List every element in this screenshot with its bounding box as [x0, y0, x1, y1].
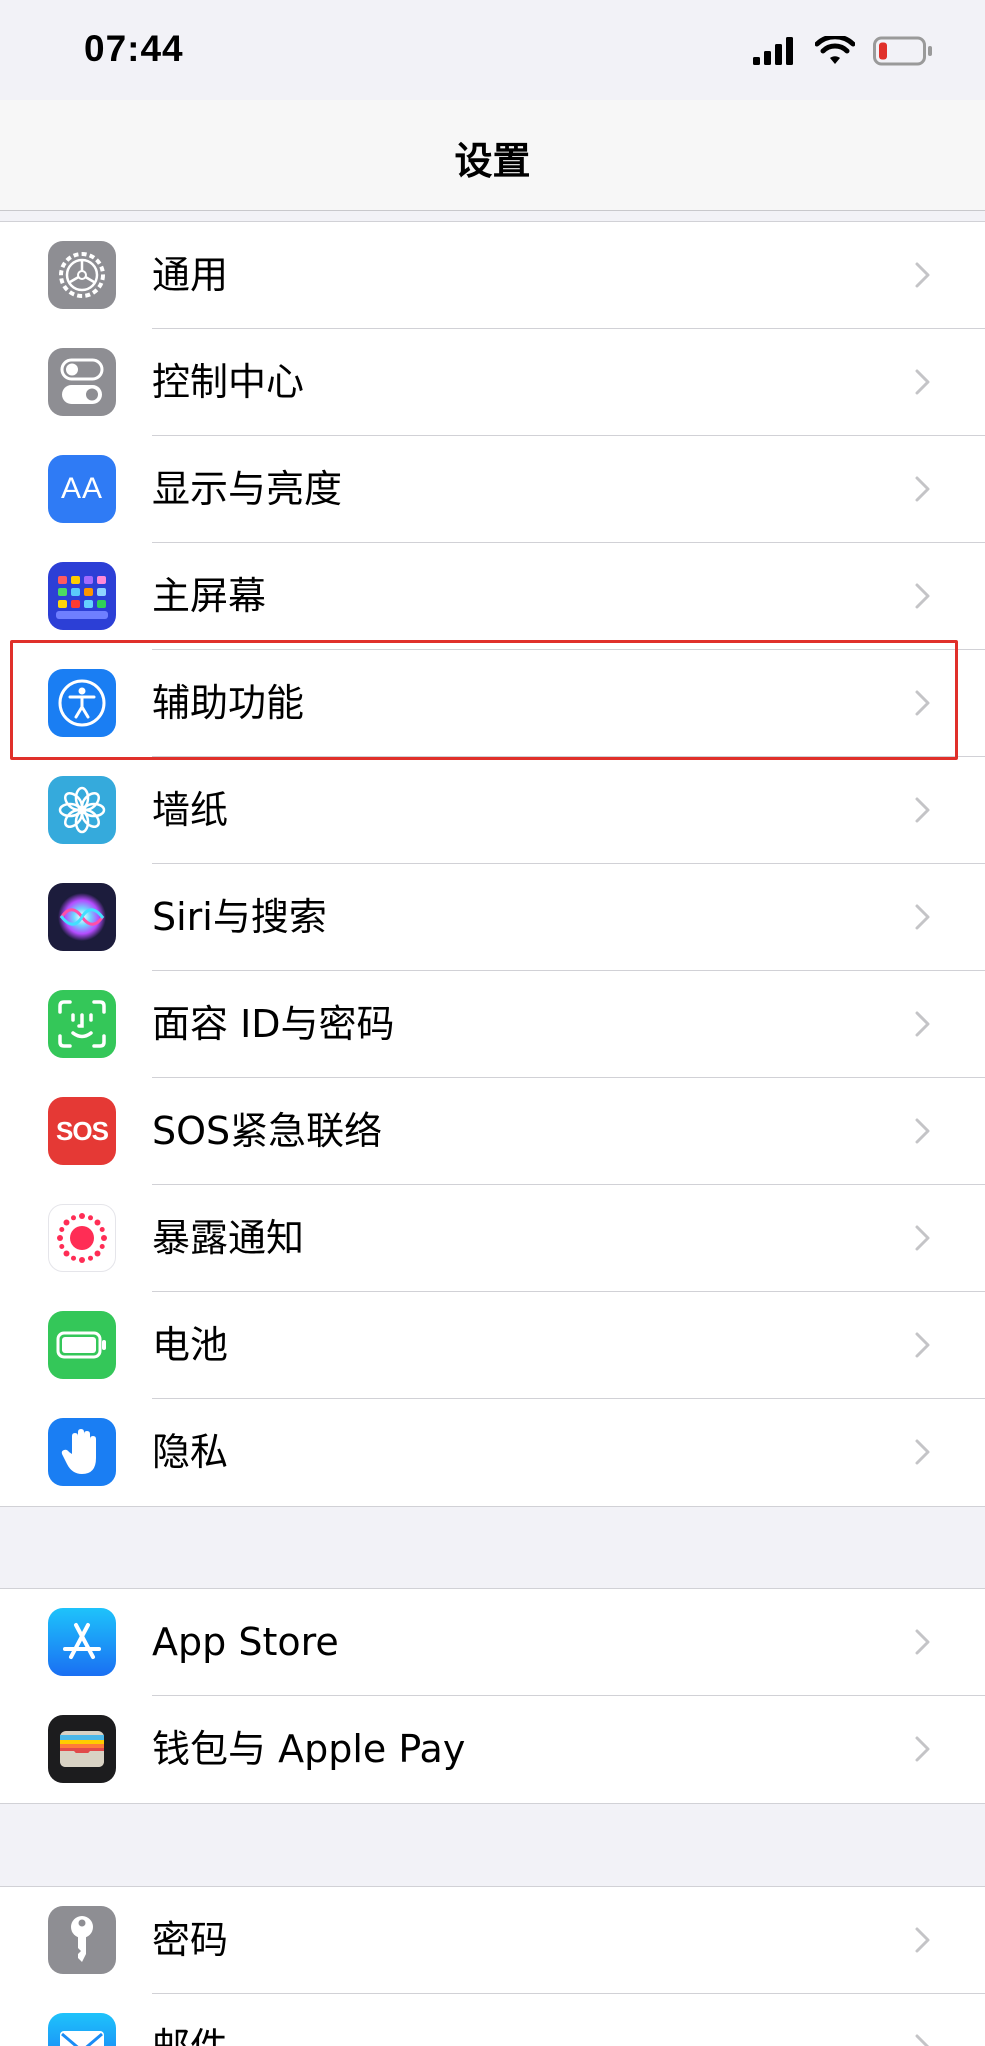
battery-low-icon — [873, 36, 932, 66]
settings-row-privacy[interactable]: 隐私 — [0, 1399, 985, 1506]
settings-row-display-brightness[interactable]: AA 显示与亮度 — [0, 436, 985, 543]
settings-group-1: 通用 控制中心 AA 显示与亮度 主屏幕 辅助功能 墙纸 Siri与搜索 面容 … — [0, 221, 985, 1507]
page-title: 设置 — [454, 139, 531, 183]
settings-screen: 07:44 设置 通用 控制中心 AA 显示与亮度 主屏幕 辅助功能 墙纸 Si… — [0, 0, 985, 2046]
mail-icon — [48, 2013, 116, 2046]
settings-row-label: 面容 ID与密码 — [152, 1002, 395, 1046]
settings-row-label: App Store — [152, 1620, 339, 1664]
settings-row-home-screen[interactable]: 主屏幕 — [0, 543, 985, 650]
chevron-right-icon — [915, 262, 930, 288]
settings-row-label: 显示与亮度 — [152, 467, 343, 511]
settings-row-label: 邮件 — [152, 1994, 228, 2046]
chevron-right-icon — [915, 583, 930, 609]
settings-row-siri-search[interactable]: Siri与搜索 — [0, 864, 985, 971]
toggle-switches-icon — [48, 348, 116, 416]
chevron-right-icon — [915, 904, 930, 930]
chevron-right-icon — [915, 1225, 930, 1251]
settings-row-control-center[interactable]: 控制中心 — [0, 329, 985, 436]
settings-group-3: 密码 邮件 — [0, 1886, 985, 2046]
chevron-right-icon — [915, 476, 930, 502]
settings-row-label: 主屏幕 — [152, 574, 267, 618]
battery-icon — [48, 1311, 116, 1379]
chevron-right-icon — [915, 1736, 930, 1762]
cellular-signal-icon — [753, 37, 793, 65]
chevron-right-icon — [915, 1439, 930, 1465]
chevron-right-icon — [915, 797, 930, 823]
key-icon — [48, 1906, 116, 1974]
wallet-icon — [48, 1715, 116, 1783]
settings-row-label: 钱包与 Apple Pay — [152, 1727, 466, 1771]
chevron-right-icon — [915, 1011, 930, 1037]
exposure-notification-icon — [48, 1204, 116, 1272]
wifi-icon — [815, 36, 855, 64]
settings-row-label: 辅助功能 — [152, 681, 305, 725]
settings-row-exposure-notifications[interactable]: 暴露通知 — [0, 1185, 985, 1292]
gear-icon — [48, 241, 116, 309]
settings-row-label: 暴露通知 — [152, 1216, 305, 1260]
app-grid-icon — [48, 562, 116, 630]
chevron-right-icon — [915, 2034, 930, 2046]
settings-row-label: 密码 — [152, 1918, 229, 1962]
chevron-right-icon — [915, 369, 930, 395]
settings-row-app-store[interactable]: App Store — [0, 1589, 985, 1696]
settings-row-label: 隐私 — [152, 1430, 229, 1474]
settings-group-2: App Store 钱包与 Apple Pay — [0, 1588, 985, 1804]
settings-row-label: 控制中心 — [152, 360, 305, 404]
chevron-right-icon — [915, 1118, 930, 1144]
siri-icon — [48, 883, 116, 951]
settings-row-face-id-passcode[interactable]: 面容 ID与密码 — [0, 971, 985, 1078]
chevron-right-icon — [915, 1332, 930, 1358]
navigation-bar: 设置 — [0, 100, 985, 211]
status-time: 07:44 — [84, 28, 184, 69]
flower-icon — [48, 776, 116, 844]
settings-row-wallet-apple-pay[interactable]: 钱包与 Apple Pay — [0, 1696, 985, 1803]
hand-icon — [48, 1418, 116, 1486]
settings-row-accessibility[interactable]: 辅助功能 — [0, 650, 985, 757]
accessibility-icon — [48, 669, 116, 737]
app-store-icon — [48, 1608, 116, 1676]
settings-row-general[interactable]: 通用 — [0, 222, 985, 329]
face-id-icon — [48, 990, 116, 1058]
text-size-icon: AA — [48, 455, 116, 523]
chevron-right-icon — [915, 1927, 930, 1953]
settings-row-mail[interactable]: 邮件 — [0, 1994, 985, 2046]
settings-row-emergency-sos[interactable]: SOS SOS紧急联络 — [0, 1078, 985, 1185]
settings-row-label: 通用 — [152, 253, 229, 297]
settings-row-label: SOS紧急联络 — [152, 1109, 383, 1153]
settings-row-label: 墙纸 — [152, 788, 229, 832]
chevron-right-icon — [915, 1629, 930, 1655]
status-bar: 07:44 — [0, 0, 985, 100]
status-icons — [753, 36, 933, 66]
sos-icon: SOS — [48, 1097, 116, 1165]
settings-row-battery[interactable]: 电池 — [0, 1292, 985, 1399]
settings-row-label: 电池 — [152, 1323, 229, 1367]
settings-row-wallpaper[interactable]: 墙纸 — [0, 757, 985, 864]
settings-row-label: Siri与搜索 — [152, 895, 327, 939]
chevron-right-icon — [915, 690, 930, 716]
settings-row-passwords[interactable]: 密码 — [0, 1887, 985, 1994]
